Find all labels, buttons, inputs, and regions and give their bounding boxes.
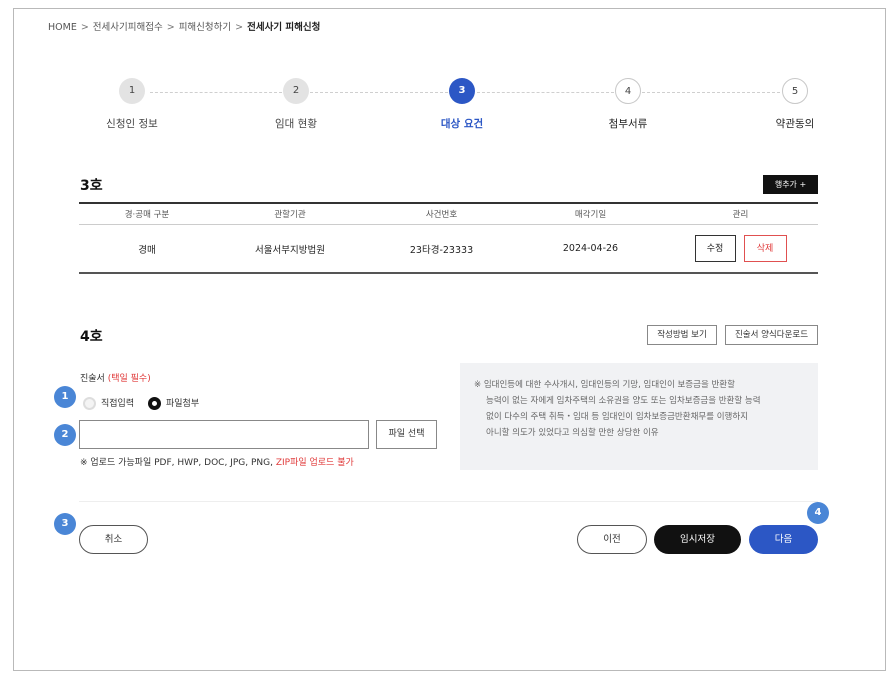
required-note: (택일 필수) — [107, 374, 151, 384]
guide-button[interactable]: 작성방법 보기 — [647, 325, 717, 345]
table-header-row: 경·공매 구분 관할기관 사건번호 매각기일 관리 — [79, 202, 818, 225]
breadcrumb-current: 전세사기 피해신청 — [247, 22, 321, 33]
step-number: 4 — [615, 78, 641, 104]
step-3: 3 대상 요건 — [402, 78, 522, 131]
column-header: 경·공매 구분 — [79, 202, 215, 225]
step-label: 약관동의 — [775, 118, 815, 130]
statement-label: 진술서 (택일 필수) — [80, 371, 151, 384]
step-number: 1 — [119, 78, 145, 104]
upload-warning: ZIP파일 업로드 불가 — [275, 458, 354, 468]
file-select-button[interactable]: 파일 선택 — [376, 420, 437, 449]
progress-stepper: 1 신청인 정보 2 임대 현황 3 대상 요건 4 첨부서류 5 약관동의 — [0, 78, 896, 138]
table-row: 경매 서울서부지방법원 23타경-23333 2024-04-26 수정 삭제 — [79, 224, 818, 274]
step-label: 신청인 정보 — [106, 118, 158, 130]
section-3-title: 3호 — [80, 178, 103, 194]
cell-court: 서울서부지방법원 — [215, 224, 365, 274]
radio-file-attach[interactable] — [148, 397, 161, 410]
step-badge-4: 4 — [807, 502, 829, 524]
breadcrumb-separator: > — [80, 22, 89, 33]
edit-button[interactable]: 수정 — [694, 235, 736, 262]
save-draft-button[interactable]: 임시저장 — [654, 525, 741, 554]
cell-auction-type: 경매 — [79, 224, 215, 274]
file-path-input[interactable] — [79, 420, 369, 449]
divider — [79, 501, 818, 502]
upload-note: ※ 업로드 가능파일 PDF, HWP, DOC, JPG, PNG, ZIP파… — [80, 455, 354, 468]
step-5: 5 약관동의 — [735, 78, 855, 131]
info-line: 없이 다수의 주택 취득・임대 등 임대인이 임차보증금반환채무를 이행하지 — [486, 412, 749, 422]
step-label: 첨부서류 — [608, 118, 648, 130]
step-badge-1: 1 — [54, 386, 76, 408]
breadcrumb-separator: > — [235, 22, 244, 33]
column-header: 사건번호 — [365, 202, 518, 225]
radio-file-label[interactable]: 파일첨부 — [166, 396, 199, 409]
breadcrumb-level1[interactable]: 전세사기피해접수 — [93, 22, 163, 33]
step-label: 대상 요건 — [440, 118, 484, 130]
step-2: 2 임대 현황 — [236, 78, 356, 131]
info-line: ※ 임대인등에 대한 수사개시, 임대인등의 기망, 임대인이 보증금을 반환할 — [474, 380, 735, 390]
section-4-title: 4호 — [80, 329, 103, 345]
step-number: 5 — [782, 78, 808, 104]
delete-button[interactable]: 삭제 — [743, 235, 787, 262]
step-number: 2 — [283, 78, 309, 104]
cell-sale-date: 2024-04-26 — [518, 224, 663, 274]
next-button[interactable]: 다음 — [749, 525, 818, 554]
breadcrumb-separator: > — [166, 22, 175, 33]
column-header: 관리 — [663, 202, 818, 225]
radio-direct-label[interactable]: 직접입력 — [101, 396, 134, 409]
download-form-button[interactable]: 진술서 양식다운로드 — [725, 325, 818, 345]
breadcrumb: HOME > 전세사기피해접수 > 피해신청하기 > 전세사기 피해신청 — [48, 19, 320, 33]
step-1: 1 신청인 정보 — [72, 78, 192, 131]
info-box: ※ 임대인등에 대한 수사개시, 임대인등의 기망, 임대인이 보증금을 반환할… — [460, 363, 818, 470]
cancel-button[interactable]: 취소 — [79, 525, 148, 554]
info-line: 아니할 의도가 있었다고 의심할 만한 상당한 이유 — [486, 428, 659, 438]
step-number: 3 — [449, 78, 475, 104]
statement-label-text: 진술서 — [80, 374, 105, 384]
cell-case-number: 23타경-23333 — [365, 224, 518, 274]
step-badge-2: 2 — [54, 424, 76, 446]
info-line: 능력이 없는 자에게 임차주택의 소유권을 양도 또는 임차보증금을 반환할 능… — [486, 396, 761, 406]
step-label: 임대 현황 — [275, 118, 317, 130]
breadcrumb-home[interactable]: HOME — [48, 22, 77, 33]
radio-direct-input[interactable] — [83, 397, 96, 410]
column-header: 관할기관 — [215, 202, 365, 225]
step-badge-3: 3 — [54, 513, 76, 535]
column-header: 매각기일 — [518, 202, 663, 225]
cell-actions: 수정 삭제 — [663, 224, 818, 274]
upload-note-text: ※ 업로드 가능파일 PDF, HWP, DOC, JPG, PNG, — [80, 458, 273, 468]
breadcrumb-level2[interactable]: 피해신청하기 — [179, 22, 231, 33]
step-4: 4 첨부서류 — [568, 78, 688, 131]
prev-button[interactable]: 이전 — [577, 525, 647, 554]
add-row-button[interactable]: 행추가 + — [763, 175, 818, 194]
case-table: 경·공매 구분 관할기관 사건번호 매각기일 관리 경매 서울서부지방법원 23… — [79, 202, 818, 274]
